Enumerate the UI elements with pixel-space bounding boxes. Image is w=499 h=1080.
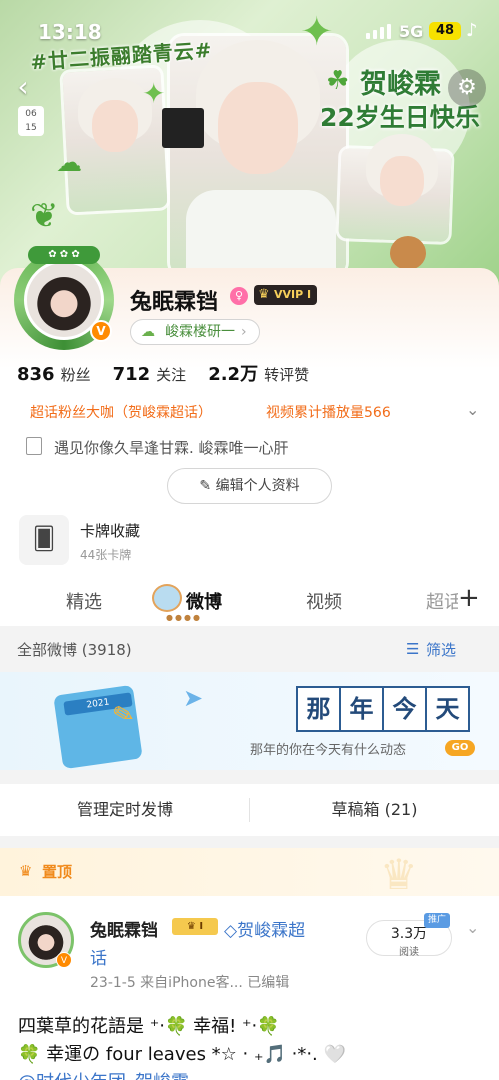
tab-indicator: ●●●● bbox=[166, 613, 202, 622]
post-topic-continued[interactable]: 话 bbox=[90, 944, 107, 969]
chevron-down-icon[interactable]: ⌄ bbox=[466, 400, 479, 419]
card-collection-title[interactable]: 卡牌收藏 bbox=[80, 520, 140, 541]
banner-face bbox=[380, 156, 424, 206]
post-text-line: 🍀 幸運の four leaves *☆ ‧ ₊🎵 ‧*‧. 🤍 bbox=[18, 1044, 346, 1065]
tab-featured[interactable]: 精选 bbox=[66, 588, 102, 614]
music-note-icon: ♪ bbox=[466, 20, 478, 41]
cloud-icon: ☁ bbox=[56, 148, 82, 178]
card-collection-count: 44张卡牌 bbox=[80, 548, 132, 562]
memory-subtitle: 那年的你在今天有什么动态 bbox=[250, 743, 407, 758]
gear-icon[interactable]: ⚙ bbox=[448, 69, 486, 107]
read-label: 阅读 bbox=[399, 947, 419, 958]
verified-badge-icon: V bbox=[90, 320, 112, 342]
chevron-right-icon: › bbox=[241, 324, 247, 340]
post-mention[interactable]: @时代少年团_贺峻霖 bbox=[18, 1068, 189, 1080]
document-icon bbox=[26, 437, 42, 455]
post-author[interactable]: 兔眠霖铛 bbox=[90, 916, 158, 941]
crown-icon: ♛ bbox=[258, 287, 270, 302]
tab-weibo[interactable]: 微博 bbox=[186, 588, 222, 614]
network-type: 5G bbox=[399, 22, 424, 41]
drafts-button[interactable]: 草稿箱 (21) bbox=[250, 784, 499, 836]
chevron-down-icon[interactable]: ⌄ bbox=[466, 918, 479, 937]
stat-engagement[interactable]: 2.2万 转评赞 bbox=[208, 360, 309, 386]
cloud-icon: ☁ bbox=[141, 324, 155, 340]
filter-icon[interactable]: ☰ bbox=[406, 640, 419, 658]
profile-bio: 遇见你像久旱逢甘霖. 峻霖唯一心肝 bbox=[54, 439, 289, 457]
video-plays-tag[interactable]: 视频累计播放量566 bbox=[266, 402, 391, 422]
balloon-dog-icon: ❦ bbox=[30, 196, 59, 236]
post-topic-text: 贺峻霖超 bbox=[237, 921, 306, 941]
profile-tabs: 精选 微博 视频 超话 bbox=[0, 580, 499, 624]
avatar-frame-badge: ✿ ✿ ✿ bbox=[28, 246, 100, 264]
stat-value: 836 bbox=[17, 364, 55, 385]
memory-char: 天 bbox=[425, 686, 470, 732]
post-topic[interactable]: ◇贺峻霖超 bbox=[224, 916, 305, 941]
paper-plane-icon: ➤ bbox=[183, 684, 204, 712]
tab-supertopic[interactable]: 超话 bbox=[426, 588, 458, 614]
clapperboard-icon bbox=[162, 108, 204, 148]
vip-level: I bbox=[307, 288, 312, 301]
pinned-label: 置顶 bbox=[42, 863, 73, 881]
edit-profile-label: 编辑个人资料 bbox=[215, 478, 300, 494]
go-button[interactable]: GO bbox=[445, 740, 475, 756]
status-bar: 13:18 5G 48 ♪ bbox=[0, 0, 499, 62]
date-tag-day: 15 bbox=[25, 123, 37, 133]
vip-level: I bbox=[199, 921, 204, 932]
pin-icon: ♛ bbox=[19, 862, 33, 880]
scheduled-posts-button[interactable]: 管理定时发博 bbox=[0, 784, 250, 836]
banner-face bbox=[92, 100, 138, 152]
diamond-icon: ◇ bbox=[224, 921, 238, 941]
all-weibo-label[interactable]: 全部微博 (3918) bbox=[17, 639, 132, 660]
banner-face bbox=[218, 82, 298, 174]
topic-chip-label: 峻霖楼研一 bbox=[165, 324, 235, 340]
stat-label: 关注 bbox=[156, 366, 187, 384]
profile-name: 兔眠霖铛 bbox=[130, 290, 219, 315]
banner-shirt bbox=[186, 190, 336, 276]
stat-label: 转评赞 bbox=[264, 366, 310, 384]
card-collection-icon[interactable]: 🂠 bbox=[19, 515, 69, 565]
teddy-bear-icon bbox=[390, 236, 426, 270]
banner-birthday-name: 贺峻霖 bbox=[360, 69, 441, 100]
status-time: 13:18 bbox=[38, 20, 102, 44]
pencil-icon: ✎ bbox=[199, 478, 216, 494]
post-text-line: 四葉草的花語是 ⁺‧🍀 幸福! ⁺‧🍀 bbox=[18, 1016, 280, 1037]
crown-icon: ♛ bbox=[380, 850, 418, 899]
banner-date-tag: 06 15 bbox=[18, 106, 44, 136]
memory-char: 今 bbox=[382, 686, 427, 732]
stat-value: 2.2万 bbox=[208, 364, 259, 385]
star-icon: ✦ bbox=[142, 77, 166, 110]
stat-value: 712 bbox=[112, 364, 151, 385]
topic-chip[interactable]: ☁ 峻霖楼研一 › bbox=[130, 319, 260, 345]
post-meta: 23-1-5 来自iPhone客... 已编辑 bbox=[90, 975, 290, 991]
plus-icon[interactable]: + bbox=[458, 583, 480, 613]
promote-badge[interactable]: 推广 bbox=[424, 913, 451, 928]
stat-following[interactable]: 712 关注 bbox=[113, 364, 187, 385]
filter-button[interactable]: 筛选 bbox=[426, 639, 456, 660]
signal-icon bbox=[366, 24, 391, 39]
post-vip-badge: ♛ I bbox=[172, 918, 218, 935]
profile-stats: 836 粉丝 712 关注 2.2万 转评赞 bbox=[17, 360, 309, 386]
fan-badge-tag[interactable]: 超话粉丝大咖（贺峻霖超话） bbox=[30, 402, 212, 422]
divider bbox=[0, 836, 499, 848]
vip-badge[interactable]: ♛ VVIP I bbox=[254, 285, 318, 305]
stat-followers[interactable]: 836 粉丝 bbox=[17, 364, 91, 385]
back-arrow-icon[interactable]: ‹ bbox=[8, 72, 38, 102]
memory-char: 年 bbox=[339, 686, 384, 732]
memory-title: 那 年 今 天 bbox=[296, 686, 470, 732]
vip-label: VVIP bbox=[274, 288, 304, 301]
profile-screen: ✦ ✦ ☘ ☁ ❦ #廿二振翮踏青云# 贺峻霖 22岁生日快乐 06 15 13… bbox=[0, 0, 499, 1080]
stat-label: 粉丝 bbox=[60, 366, 91, 384]
memory-char: 那 bbox=[296, 686, 341, 732]
divider bbox=[0, 770, 499, 784]
edit-profile-button[interactable]: ✎ 编辑个人资料 bbox=[167, 468, 332, 504]
date-tag-month: 06 bbox=[25, 109, 37, 119]
tab-mascot-icon bbox=[152, 584, 182, 612]
clover-icon: ☘ bbox=[326, 66, 350, 96]
pinned-header bbox=[0, 848, 499, 896]
gender-icon: ♀ bbox=[230, 287, 248, 305]
tab-video[interactable]: 视频 bbox=[306, 588, 342, 614]
battery-indicator: 48 bbox=[429, 22, 461, 40]
verified-badge-icon: V bbox=[56, 952, 72, 968]
